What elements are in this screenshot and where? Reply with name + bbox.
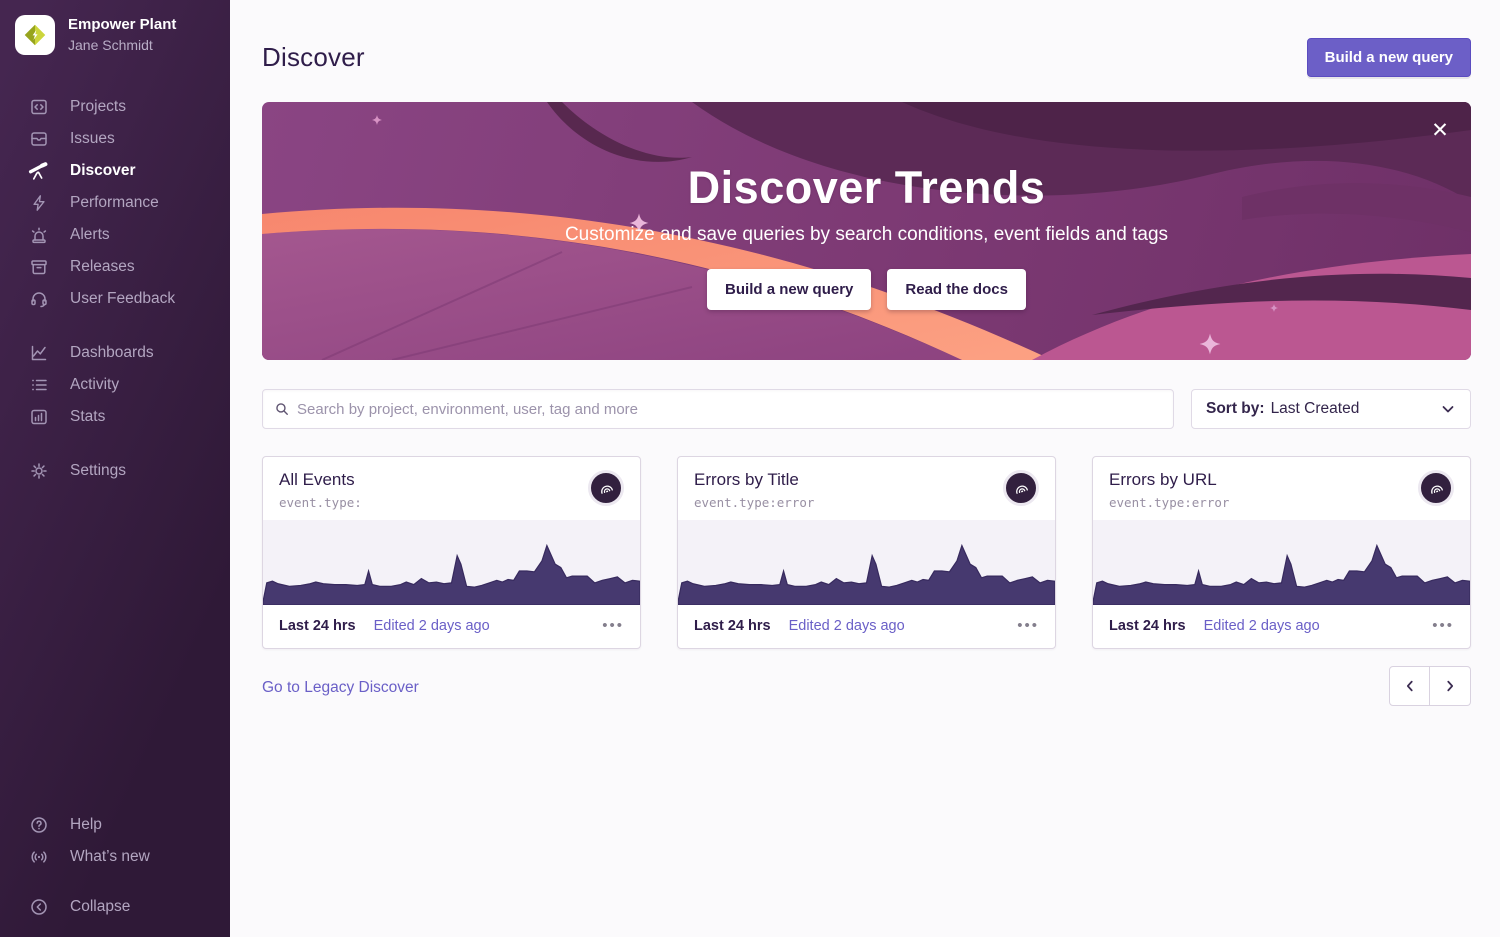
ellipsis-menu-icon[interactable]: ••• [602,617,624,634]
card-sparkline-chart [263,520,640,605]
sidebar-collapse-button[interactable]: Collapse [0,891,230,923]
sidebar-footer: Help What’s new Collapse [0,809,230,937]
search-icon [275,402,289,416]
main-content: Discover Build a new query [230,0,1500,937]
sidebar-item-label: Help [70,816,102,834]
card-title: Errors by Title [694,470,814,490]
sidebar-item-help[interactable]: Help [0,809,230,841]
sidebar-item-issues[interactable]: Issues [0,123,230,155]
card-period: Last 24 hrs [279,618,356,634]
chevron-right-icon [1443,679,1457,693]
org-switcher[interactable]: Empower Plant Jane Schmidt [0,0,230,55]
card-title: All Events [279,470,362,490]
sidebar-item-whats-new[interactable]: What’s new [0,841,230,873]
sidebar-item-label: Issues [70,130,115,148]
sidebar-item-user-feedback[interactable]: User Feedback [0,283,230,315]
line-chart-icon [28,343,49,364]
sort-label: Sort by: [1206,400,1265,418]
chevron-left-icon [1403,679,1417,693]
bar-chart-icon [28,407,49,428]
banner-subtitle: Customize and save queries by search con… [262,224,1471,246]
chevron-left-circle-icon [28,897,49,918]
sidebar-item-label: What’s new [70,848,150,866]
archive-icon [28,257,49,278]
sidebar-item-label: Settings [70,462,126,480]
org-name: Empower Plant [68,15,176,35]
siren-icon [28,225,49,246]
sidebar-item-label: Stats [70,408,105,426]
card-edited-link[interactable]: Edited 2 days ago [374,618,490,634]
sidebar-item-label: Discover [70,162,135,180]
card-period: Last 24 hrs [1109,618,1186,634]
card-sparkline-chart [678,520,1055,605]
sidebar-item-label: Activity [70,376,119,394]
sidebar-item-label: Alerts [70,226,110,244]
card-sparkline-chart [1093,520,1470,605]
card-title: Errors by URL [1109,470,1229,490]
issues-icon [28,129,49,150]
sidebar-item-label: Dashboards [70,344,154,362]
list-icon [28,375,49,396]
ellipsis-menu-icon[interactable]: ••• [1432,617,1454,634]
chevron-down-icon [1440,401,1456,417]
saved-query-cards: All Events event.type: Last 24 hrs Edite… [262,456,1471,649]
headset-icon [28,289,49,310]
pagination [1389,666,1471,706]
page-title: Discover [262,42,365,73]
gear-icon [28,461,49,482]
sidebar-item-label: Performance [70,194,159,212]
discover-trends-banner: ✕ Discover Trends Customize and save que… [262,102,1471,360]
sidebar-nav: Projects Issues Discover [0,91,230,487]
search-input[interactable] [297,401,1161,418]
banner-title: Discover Trends [262,162,1471,214]
sidebar-item-label: Projects [70,98,126,116]
next-page-button[interactable] [1430,666,1471,706]
sidebar-item-performance[interactable]: Performance [0,187,230,219]
org-logo-icon [15,15,55,55]
sentry-logo-icon [1003,470,1039,506]
question-circle-icon [28,815,49,836]
sidebar-item-activity[interactable]: Activity [0,369,230,401]
banner-build-query-button[interactable]: Build a new query [707,269,871,310]
sidebar-item-settings[interactable]: Settings [0,455,230,487]
query-card-errors-by-url[interactable]: Errors by URL event.type:error Last 24 h… [1092,456,1471,649]
card-period: Last 24 hrs [694,618,771,634]
card-query: event.type:error [694,495,814,510]
sentry-logo-icon [1418,470,1454,506]
card-edited-link[interactable]: Edited 2 days ago [1204,618,1320,634]
build-new-query-button[interactable]: Build a new query [1307,38,1471,77]
ellipsis-menu-icon[interactable]: ••• [1017,617,1039,634]
sidebar-item-alerts[interactable]: Alerts [0,219,230,251]
query-card-all-events[interactable]: All Events event.type: Last 24 hrs Edite… [262,456,641,649]
sidebar-item-stats[interactable]: Stats [0,401,230,433]
card-query: event.type: [279,495,362,510]
sidebar-item-dashboards[interactable]: Dashboards [0,337,230,369]
saved-query-search [262,389,1174,429]
previous-page-button[interactable] [1389,666,1430,706]
sidebar: Empower Plant Jane Schmidt Projects Issu… [0,0,230,937]
sort-value: Last Created [1271,400,1360,418]
card-query: event.type:error [1109,495,1229,510]
sidebar-item-discover[interactable]: Discover [0,155,230,187]
sidebar-item-label: Releases [70,258,135,276]
sentry-logo-icon [588,470,624,506]
query-card-errors-by-title[interactable]: Errors by Title event.type:error Last 24… [677,456,1056,649]
card-edited-link[interactable]: Edited 2 days ago [789,618,905,634]
projects-icon [28,97,49,118]
sidebar-item-label: Collapse [70,898,130,916]
sidebar-item-label: User Feedback [70,290,175,308]
sort-dropdown[interactable]: Sort by: Last Created [1191,389,1471,429]
legacy-discover-link[interactable]: Go to Legacy Discover [262,679,419,697]
telescope-icon [28,161,49,182]
lightning-icon [28,193,49,214]
sidebar-item-projects[interactable]: Projects [0,91,230,123]
sidebar-item-releases[interactable]: Releases [0,251,230,283]
org-user: Jane Schmidt [68,36,176,55]
banner-read-docs-button[interactable]: Read the docs [887,269,1026,310]
broadcast-icon [28,847,49,868]
